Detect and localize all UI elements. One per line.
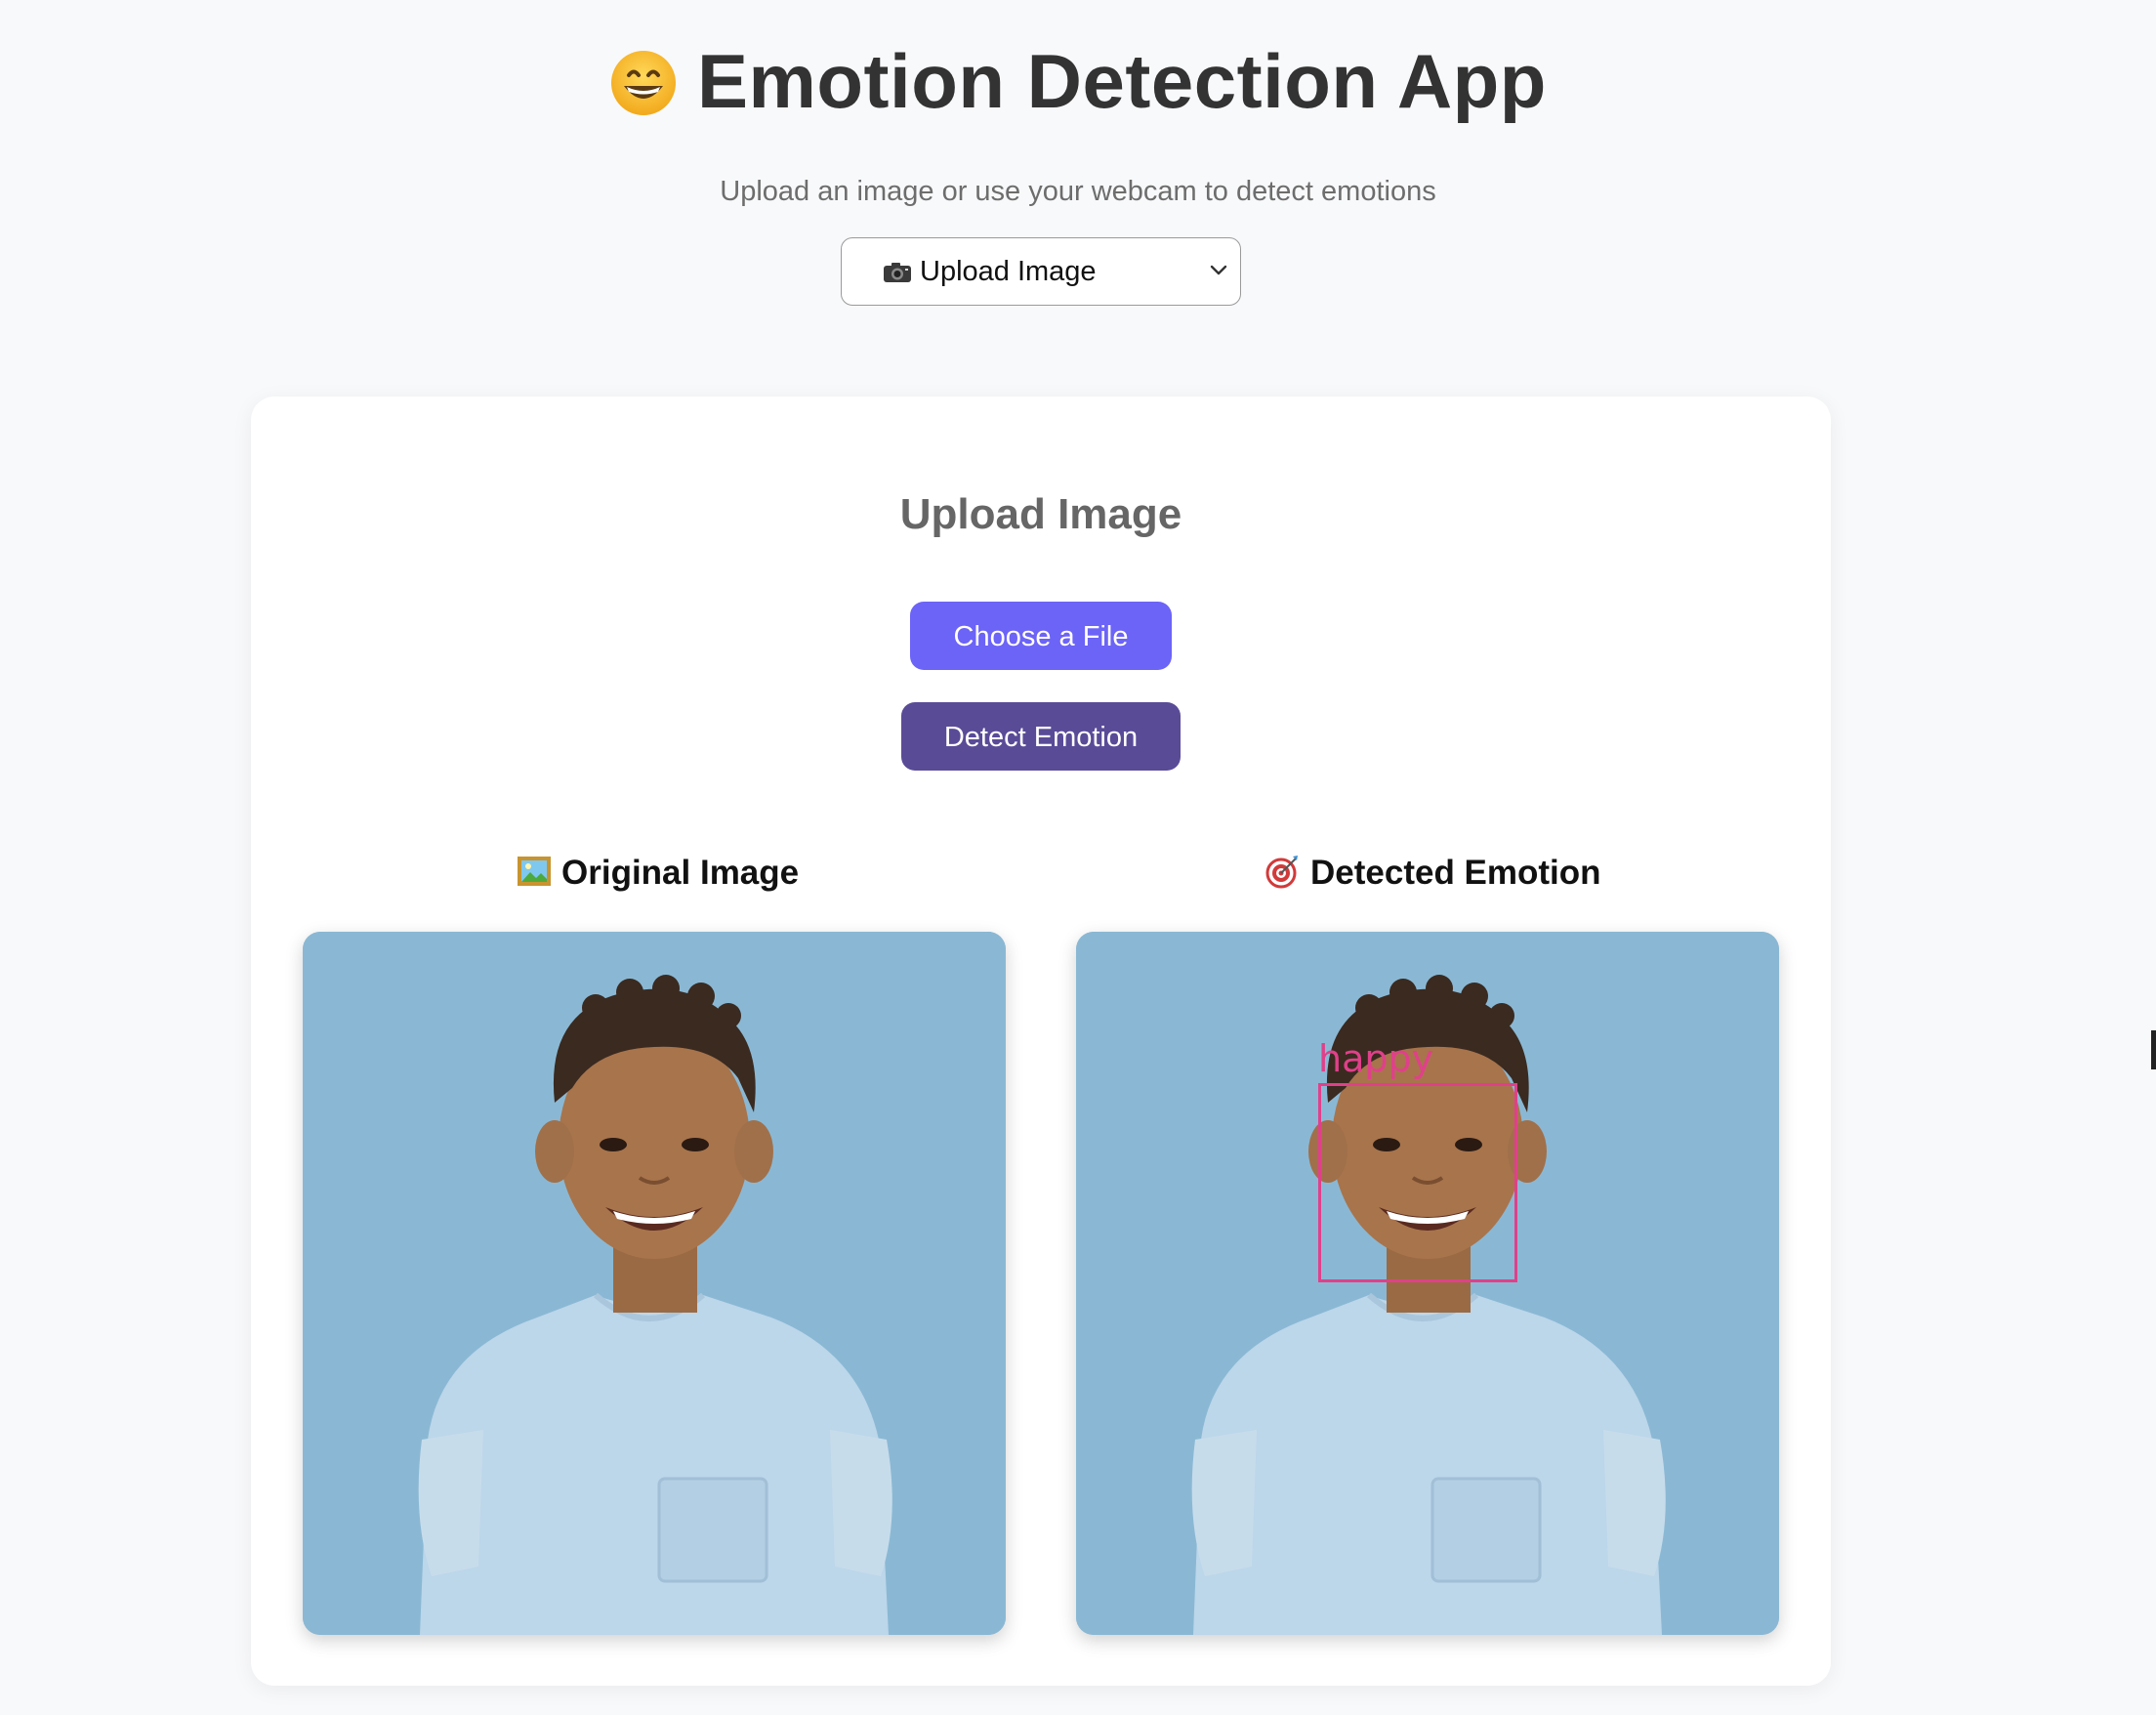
detected-emotion-heading-text: Detected Emotion — [1310, 854, 1601, 892]
original-photo — [303, 932, 1006, 1635]
subtitle: Upload an image or use your webcam to de… — [720, 176, 1436, 207]
detected-photo: happy — [1076, 932, 1779, 1635]
chevron-down-icon — [1210, 265, 1227, 275]
mode-select[interactable]: Upload Image — [841, 237, 1241, 306]
emotion-label: happy — [1318, 1037, 1434, 1080]
original-image-heading: Original Image — [517, 854, 799, 893]
grinning-face-icon — [611, 51, 677, 115]
app-title-text: Emotion Detection App — [697, 38, 1547, 124]
detect-emotion-button[interactable]: Detect Emotion — [901, 702, 1181, 771]
framed-picture-icon — [518, 857, 551, 886]
card-title: Upload Image — [899, 490, 1182, 538]
target-icon — [1265, 856, 1298, 889]
scrollbar-edge[interactable] — [2151, 1030, 2156, 1069]
app-title: Emotion Detection App — [0, 37, 2156, 126]
face-detection-box — [1318, 1083, 1517, 1282]
detected-emotion-heading: Detected Emotion — [1265, 854, 1601, 893]
original-image-heading-text: Original Image — [561, 854, 800, 892]
page: Emotion Detection App Upload an image or… — [0, 0, 2156, 1715]
choose-file-button[interactable]: Choose a File — [910, 602, 1172, 670]
upload-card: Upload Image Choose a File Detect Emotio… — [251, 397, 1831, 1686]
camera-icon — [884, 263, 911, 282]
mode-select-value: Upload Image — [920, 256, 1097, 287]
